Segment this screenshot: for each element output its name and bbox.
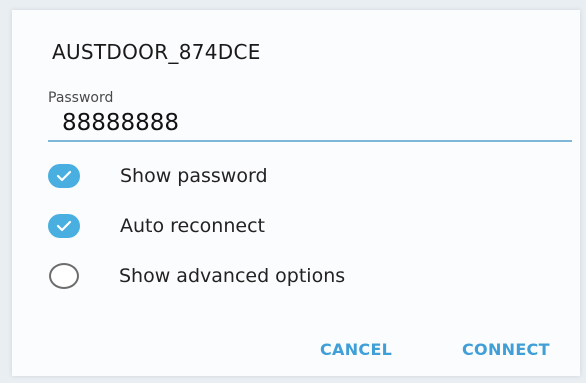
show-password-option[interactable]: Show password <box>48 158 268 194</box>
connect-button[interactable]: CONNECT <box>462 340 550 359</box>
password-label: Password <box>48 90 114 106</box>
show-password-checkbox[interactable] <box>48 164 80 188</box>
checkmark-icon <box>56 170 72 182</box>
auto-reconnect-checkbox[interactable] <box>48 214 80 238</box>
show-advanced-options-option[interactable]: Show advanced options <box>48 258 345 294</box>
cancel-button[interactable]: CANCEL <box>320 340 392 359</box>
auto-reconnect-label: Auto reconnect <box>120 215 265 237</box>
show-advanced-options-checkbox[interactable] <box>49 263 79 289</box>
show-password-label: Show password <box>120 165 268 187</box>
checkmark-icon <box>56 220 72 232</box>
password-field[interactable] <box>48 106 572 142</box>
network-name: AUSTDOOR_874DCE <box>52 40 261 64</box>
wifi-connect-dialog: AUSTDOOR_874DCE Password Show password A… <box>12 10 580 376</box>
auto-reconnect-option[interactable]: Auto reconnect <box>48 208 265 244</box>
show-advanced-options-label: Show advanced options <box>119 265 346 287</box>
